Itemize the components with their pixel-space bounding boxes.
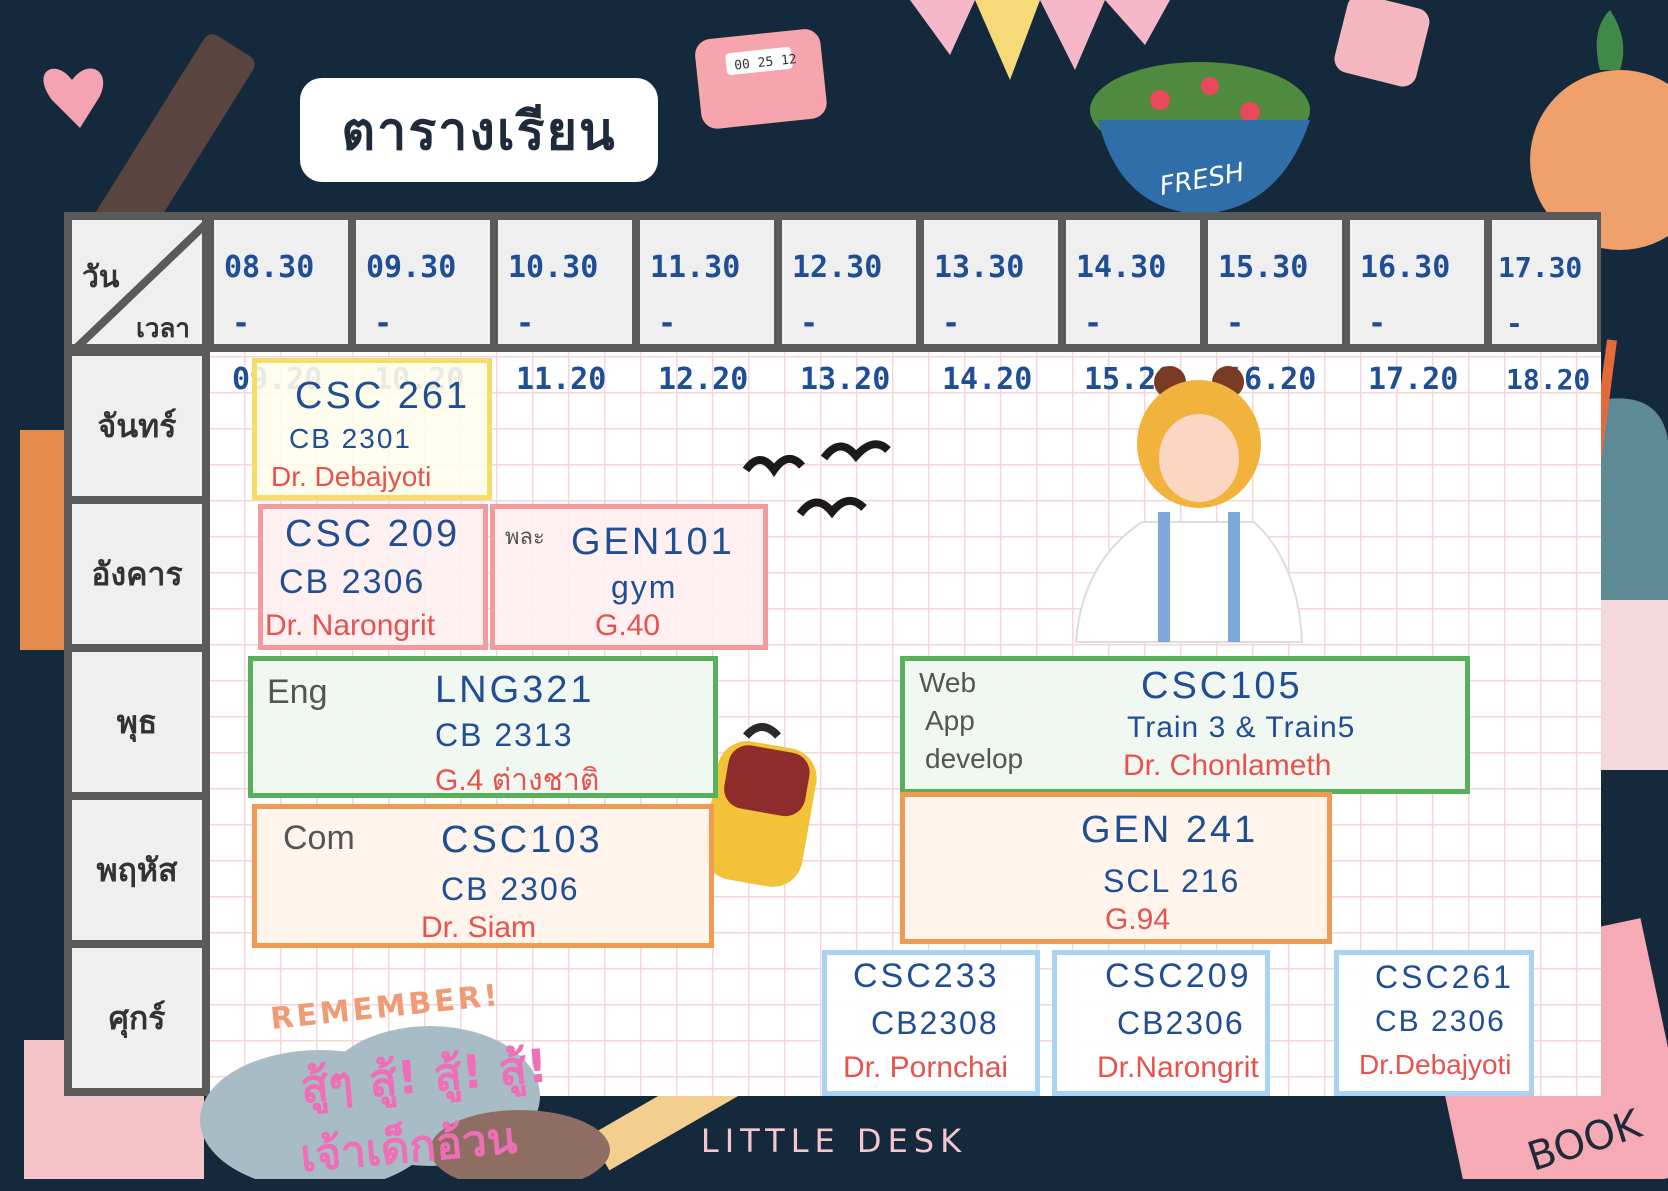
- course-prof: Dr. Siam: [421, 911, 537, 944]
- course-room: Train 3 & Train5: [1127, 711, 1356, 744]
- time-end: - 11.20: [516, 306, 607, 397]
- time-start: 11.30: [650, 250, 741, 285]
- course-code: GEN101: [571, 521, 735, 563]
- bunting-decor: [910, 0, 1170, 80]
- time-start: 08.30: [224, 250, 315, 285]
- time-end: - 13.20: [800, 306, 891, 397]
- course-code: GEN 241: [1081, 809, 1259, 851]
- course-code: CSC261: [1375, 959, 1514, 995]
- course-prof: G.94: [1105, 903, 1171, 936]
- corner-day-label: วัน: [82, 260, 120, 295]
- course-room: CB2306: [1117, 1005, 1245, 1041]
- course-code: CSC 209: [285, 513, 461, 555]
- day-thursday: พฤหัส: [64, 796, 210, 944]
- course-prof: Dr.Narongrit: [1097, 1051, 1259, 1084]
- course-note: develop: [925, 743, 1024, 774]
- time-start: 10.30: [508, 250, 599, 285]
- course-code: CSC103: [441, 819, 603, 861]
- course-prof: Dr. Narongrit: [265, 609, 436, 642]
- course-block-fri-csc233[interactable]: CSC233 CB2308 Dr. Pornchai: [822, 950, 1040, 1096]
- course-note: Com: [283, 819, 355, 857]
- time-end: - 12.20: [658, 306, 749, 397]
- course-room: CB 2306: [441, 871, 580, 907]
- time-start: 12.30: [792, 250, 883, 285]
- girl-illustration: [1074, 366, 1304, 643]
- course-block-mon-csc261[interactable]: CSC 261 CB 2301 Dr. Debajyoti: [252, 358, 492, 500]
- day-tuesday: อังคาร: [64, 500, 210, 648]
- course-prof: G.40: [595, 609, 661, 642]
- day-friday: ศุกร์: [64, 944, 210, 1096]
- day-wednesday: พุธ: [64, 648, 210, 796]
- time-start: 15.30: [1218, 250, 1309, 285]
- course-block-tue-csc209[interactable]: CSC 209 CB 2306 Dr. Narongrit: [258, 504, 488, 650]
- course-block-thu-gen241[interactable]: GEN 241 SCL 216 G.94: [900, 792, 1332, 944]
- course-block-thu-csc103[interactable]: Com CSC103 CB 2306 Dr. Siam: [252, 804, 714, 948]
- course-code: CSC209: [1105, 957, 1252, 995]
- time-slot: 17.30 - 18.20: [1488, 212, 1601, 396]
- corner-time-label: เวลา: [136, 314, 191, 344]
- time-slot: 14.30- 15.20: [1062, 212, 1204, 397]
- course-note: พละ: [505, 524, 545, 549]
- course-room: SCL 216: [1103, 863, 1241, 899]
- time-start: 13.30: [934, 250, 1025, 285]
- course-room: CB 2306: [1375, 1005, 1506, 1038]
- course-block-wed-lng321[interactable]: Eng LNG321 CB 2313 G.4 ต่างชาติ: [248, 656, 718, 798]
- course-block-wed-csc105[interactable]: Web App develop CSC105 Train 3 & Train5 …: [900, 656, 1470, 794]
- course-room: CB 2301: [289, 423, 412, 454]
- course-note: Eng: [267, 673, 328, 711]
- corner-cell: วัน เวลา: [64, 212, 213, 355]
- time-slot: 16.30 - 17.20: [1346, 212, 1488, 397]
- phone-decor: [1334, 0, 1430, 87]
- time-end: - 14.20: [942, 306, 1033, 397]
- course-note: Web: [919, 667, 977, 698]
- heart-icon: [43, 68, 104, 128]
- course-code: CSC 261: [295, 375, 471, 417]
- time-end: - 17.20: [1368, 306, 1459, 397]
- time-header-row: วัน เวลา 08.30- 09.20 09.30- 10.20 10.30…: [64, 212, 1601, 397]
- page-title: ตารางเรียน: [300, 78, 658, 182]
- time-start: 09.30: [366, 250, 457, 285]
- time-slot: 13.30 - 14.20: [920, 212, 1062, 397]
- course-block-fri-csc209[interactable]: CSC209 CB2306 Dr.Narongrit: [1052, 950, 1270, 1096]
- course-prof: Dr. Pornchai: [843, 1051, 1009, 1084]
- course-prof: Dr.Debajyoti: [1359, 1049, 1512, 1080]
- course-prof: Dr. Debajyoti: [271, 461, 432, 492]
- course-code: CSC105: [1141, 665, 1303, 707]
- time-slot: 10.30 - 11.20: [494, 212, 636, 397]
- time-slot: 15.30- 16.20: [1204, 212, 1346, 397]
- course-room: CB 2313: [435, 717, 574, 753]
- course-room: gym: [611, 569, 678, 605]
- course-code: CSC233: [853, 957, 1000, 995]
- course-note: App: [925, 705, 975, 736]
- course-prof: Dr. Chonlameth: [1123, 749, 1332, 782]
- time-slot: 11.30 - 12.20: [636, 212, 778, 397]
- footer-brand: LITTLE DESK: [700, 1122, 968, 1160]
- day-monday: จันทร์: [64, 352, 210, 500]
- time-slot: 08.30- 09.20: [210, 212, 352, 397]
- course-block-fri-csc261[interactable]: CSC261 CB 2306 Dr.Debajyoti: [1334, 950, 1534, 1096]
- course-block-tue-gen101[interactable]: พละ GEN101 gym G.40: [490, 504, 768, 650]
- time-start: 16.30: [1360, 250, 1451, 285]
- time-slot: 12.30 - 13.20: [778, 212, 920, 397]
- time-start: 14.30: [1076, 250, 1167, 285]
- time-start: 17.30: [1498, 251, 1583, 284]
- course-room: CB2308: [871, 1005, 999, 1041]
- course-prof: G.4 ต่างชาติ: [435, 764, 600, 797]
- time-end: - 18.20: [1506, 307, 1591, 396]
- course-code: LNG321: [435, 669, 595, 711]
- timer-decor: [695, 29, 827, 129]
- course-room: CB 2306: [279, 563, 426, 601]
- time-slot: 09.30- 10.20: [352, 212, 494, 397]
